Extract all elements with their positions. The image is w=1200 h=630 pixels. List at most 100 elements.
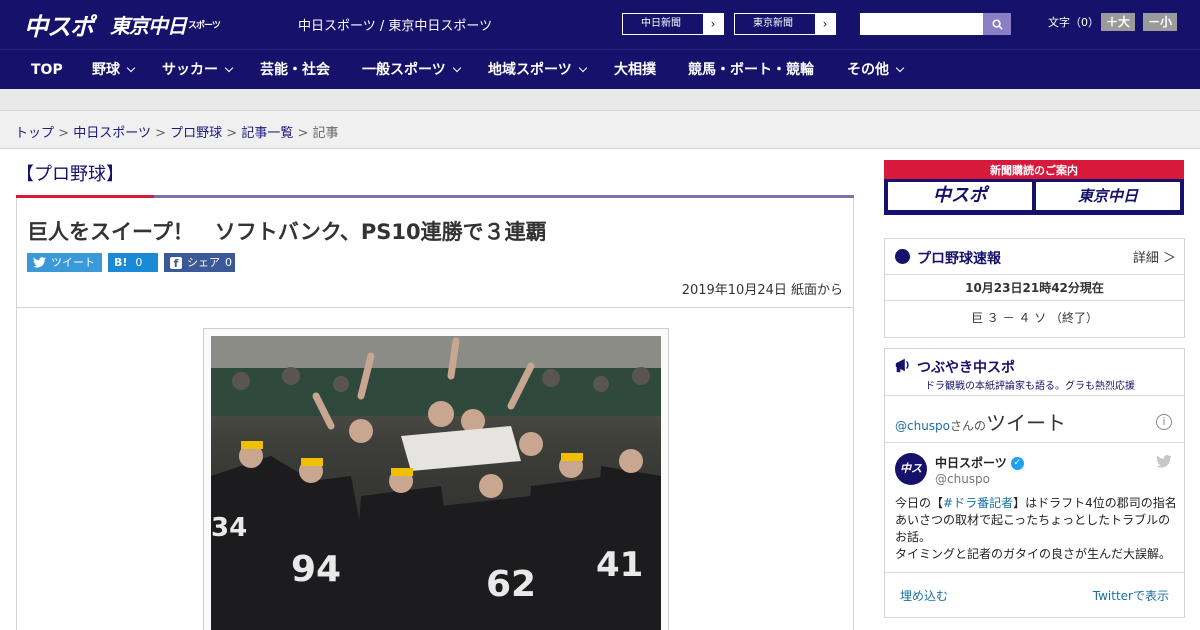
tweets-by-header: @chuspoさんのツイート — [895, 407, 1066, 436]
celebration-photo-illustration: 94 62 41 34 — [211, 336, 661, 630]
site-name[interactable]: 中日スポーツ / 東京中日スポーツ — [298, 15, 492, 34]
tweet-button[interactable]: ツイート — [27, 253, 102, 272]
breadcrumb-chuspo[interactable]: 中日スポーツ — [73, 126, 151, 141]
breadcrumb-sep: > — [58, 126, 70, 141]
baseball-timestamp: 10月23日21時42分現在 — [965, 281, 1104, 295]
breadcrumb: トップ > 中日スポーツ > プロ野球 > 記事一覧 > 記事 — [15, 122, 339, 141]
breadcrumb-article-list[interactable]: 記事一覧 — [241, 126, 293, 141]
hatena-label: B! — [114, 256, 128, 269]
chunichi-shimbun-link[interactable]: 中日新聞 › — [622, 13, 724, 35]
breadcrumb-sep: > — [155, 126, 166, 141]
nav-item-regional-sports[interactable]: 地域スポーツ — [488, 50, 587, 90]
tweet-account-handle[interactable]: @chuspo — [935, 472, 990, 486]
nav-label: 大相撲 — [614, 62, 656, 78]
nav-label: サッカー — [162, 62, 218, 78]
nav-label: 芸能・社会 — [260, 62, 330, 78]
search-button[interactable] — [983, 13, 1011, 35]
tweets-word: ツイート — [986, 411, 1067, 435]
nav-item-baseball[interactable]: 野球 — [92, 50, 136, 90]
breadcrumb-top[interactable]: トップ — [15, 126, 54, 141]
view-on-twitter-link[interactable]: Twitterで表示 — [1093, 587, 1169, 604]
search-icon — [991, 18, 1003, 30]
nav-item-other[interactable]: その他 — [847, 50, 905, 90]
baseball-scores-widget: プロ野球速報 詳細 ＞ 10月23日21時42分現在 巨 ３ － ４ ソ （終了… — [884, 238, 1185, 338]
main-nav: TOP 野球 サッカー 芸能・社会 一般スポーツ 地域スポーツ 大相撲 競馬・ボ… — [0, 49, 1200, 89]
tsubuyaki-subtitle: ドラ観戦の本紙評論家も語る。グラも熱烈応援 — [925, 381, 1135, 392]
svg-text:62: 62 — [486, 564, 536, 605]
article-category: 【プロ野球】 — [16, 164, 124, 185]
article-headline: 巨人をスイープ！ ソフトバンク、PS10連勝で３連覇 — [27, 220, 547, 244]
nav-label: 野球 — [92, 62, 120, 78]
nav-item-general-sports[interactable]: 一般スポーツ — [362, 50, 461, 90]
article-date: 2019年10月24日 紙面から — [681, 283, 843, 298]
nav-item-top[interactable]: TOP — [31, 50, 63, 90]
nav-label: その他 — [847, 62, 889, 78]
chevron-down-icon — [895, 63, 905, 73]
twitter-bird-icon — [33, 257, 46, 268]
divider — [885, 442, 1184, 443]
svg-text:41: 41 — [596, 545, 643, 585]
article-photo[interactable]: 94 62 41 34 — [211, 336, 661, 630]
tsubuyaki-title: つぶやき中スポ — [917, 360, 1015, 376]
tweets-by-handle[interactable]: @chuspo — [895, 419, 950, 433]
subscribe-chuspo-button[interactable]: 中スポ — [888, 182, 1032, 210]
article-divider — [17, 307, 853, 308]
tweet-line2: タイミングと記者のガタイの良さが生んだ大誤解。 — [895, 547, 1172, 561]
nav-item-sumo[interactable]: 大相撲 — [614, 50, 656, 90]
megaphone-icon — [895, 358, 909, 373]
hatena-bookmark-button[interactable]: B! 0 — [108, 253, 158, 272]
font-smaller-button[interactable]: －小 — [1143, 13, 1178, 31]
main-content: 【プロ野球】 巨人をスイープ！ ソフトバンク、PS10連勝で３連覇 ツイート B… — [0, 149, 1200, 630]
ext-link-label: 東京新聞 — [753, 18, 793, 29]
nav-item-entertainment[interactable]: 芸能・社会 — [260, 50, 330, 90]
baseball-widget-title: プロ野球速報 — [917, 251, 1001, 267]
nav-item-soccer[interactable]: サッカー — [162, 50, 234, 90]
chevron-down-icon — [224, 63, 234, 73]
divider — [885, 274, 1184, 275]
info-icon[interactable]: i — [1156, 414, 1172, 430]
ad-strip — [0, 89, 1200, 111]
nav-label: 競馬・ボート・競輪 — [688, 62, 814, 78]
nav-item-racing[interactable]: 競馬・ボート・競輪 — [688, 50, 814, 90]
divider — [885, 300, 1184, 301]
nav-label: 地域スポーツ — [488, 62, 572, 78]
chevron-down-icon — [578, 63, 587, 73]
font-size-label: 文字（0） — [1048, 16, 1099, 29]
tweet-hashtag[interactable]: #ドラ番記者 — [943, 496, 1013, 510]
account-name-text: 中日スポーツ — [935, 456, 1007, 470]
facebook-share-label: シェア — [187, 256, 220, 269]
chuspo-logo[interactable]: 中スポ — [24, 9, 94, 41]
subscribe-tokyo-button[interactable]: 東京中日 — [1036, 182, 1180, 210]
article-box: 巨人をスイープ！ ソフトバンク、PS10連勝で３連覇 ツイート B! 0 f シ… — [16, 198, 854, 630]
subscription-banner[interactable]: 新聞購読のご案内 中スポ 東京中日 — [884, 160, 1184, 215]
article-photo-frame: 94 62 41 34 — [203, 328, 669, 630]
svg-text:34: 34 — [211, 513, 247, 543]
tokyo-shimbun-link[interactable]: 東京新聞 › — [734, 13, 836, 35]
facebook-share-button[interactable]: f シェア 0 — [164, 253, 235, 272]
tweet-prefix: 今日の【 — [895, 496, 944, 510]
divider — [885, 572, 1184, 573]
tweet-account-name[interactable]: 中日スポーツ ✓ — [935, 454, 1024, 471]
baseball-detail-link[interactable]: 詳細 ＞ — [1133, 247, 1176, 266]
tweets-by-suffix: さんの — [950, 419, 987, 433]
nav-label: TOP — [31, 62, 63, 78]
avatar[interactable]: 中ス — [895, 453, 927, 485]
tweet-text: 今日の【#ドラ番記者】はドラフト4位の郡司の指名あいさつの取材で起こったちょっと… — [895, 495, 1180, 563]
breadcrumb-pro-baseball[interactable]: プロ野球 — [170, 126, 222, 141]
search-input[interactable] — [860, 13, 983, 35]
top-header: 中スポ 東京中日 スポーツ 中日スポーツ / 東京中日スポーツ 中日新聞 › 東京… — [0, 0, 1200, 49]
game-score[interactable]: 巨 ３ － ４ ソ （終了） — [885, 309, 1184, 326]
font-larger-button[interactable]: ＋大 — [1101, 13, 1136, 31]
facebook-share-count: 0 — [225, 256, 232, 269]
svg-text:94: 94 — [291, 549, 341, 590]
tokyo-logo-text: 東京中日 — [110, 13, 187, 38]
breadcrumb-bar: トップ > 中日スポーツ > プロ野球 > 記事一覧 > 記事 — [0, 111, 1200, 149]
nav-label: 一般スポーツ — [362, 62, 446, 78]
twitter-bird-icon[interactable] — [1156, 455, 1172, 468]
breadcrumb-sep: > — [297, 126, 309, 141]
tokyo-logo-small: スポーツ — [188, 20, 221, 31]
embed-link[interactable]: 埋め込む — [900, 587, 948, 604]
tokyo-chunichi-logo[interactable]: 東京中日 スポーツ — [110, 9, 221, 39]
divider — [885, 395, 1184, 396]
chevron-down-icon — [126, 63, 136, 73]
